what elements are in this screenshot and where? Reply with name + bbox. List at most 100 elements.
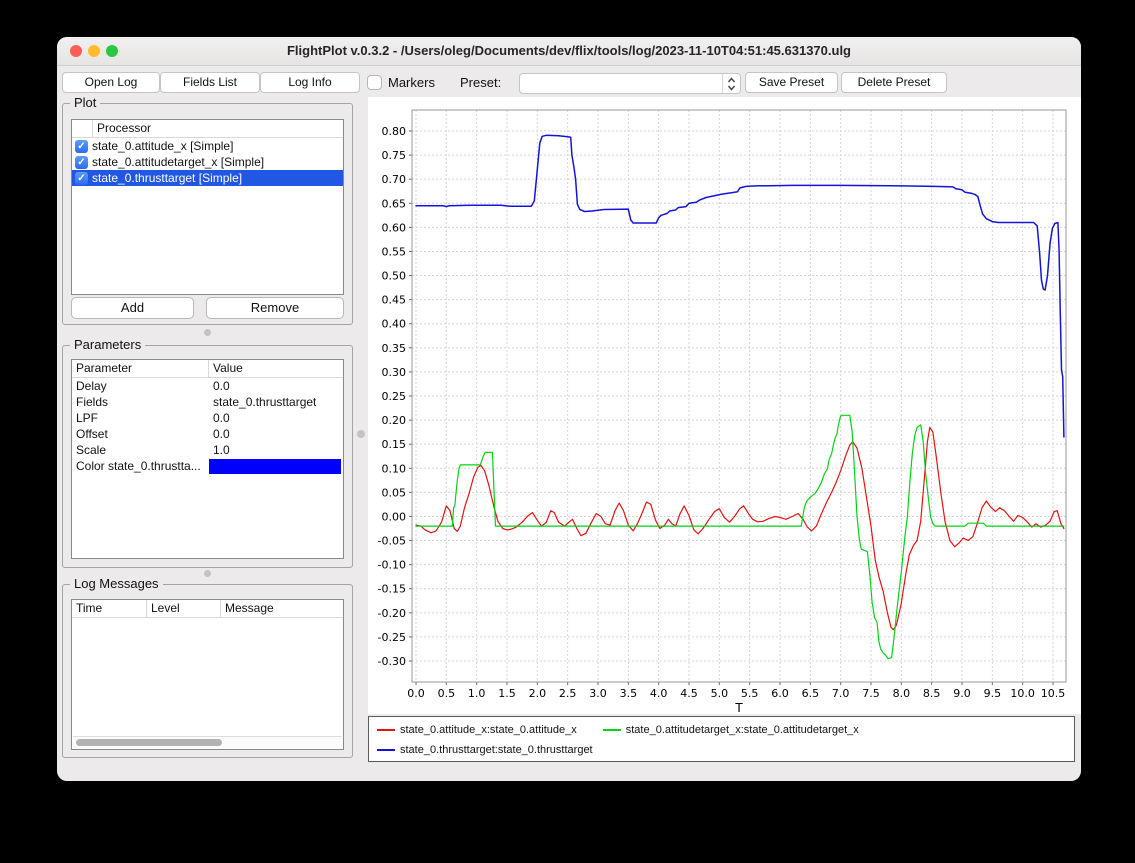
- parameters-group-title: Parameters: [70, 337, 145, 352]
- legend-item: state_0.attitudetarget_x:state_0.attitud…: [603, 724, 859, 736]
- window-title: FlightPlot v.0.3.2 - /Users/oleg/Documen…: [57, 37, 1081, 65]
- svg-text:8.5: 8.5: [923, 687, 941, 700]
- splitter-handle[interactable]: [204, 570, 211, 577]
- svg-text:-0.10: -0.10: [378, 559, 406, 572]
- horizontal-scrollbar[interactable]: [73, 736, 342, 748]
- processor-column-header: Processor: [93, 120, 343, 137]
- svg-text:7.5: 7.5: [862, 687, 880, 700]
- svg-text:0.05: 0.05: [382, 486, 407, 499]
- svg-text:-0.15: -0.15: [378, 583, 406, 596]
- row-checkbox-checked-icon[interactable]: [75, 156, 88, 169]
- parameter-row[interactable]: Delay 0.0: [72, 378, 343, 394]
- log-info-button[interactable]: Log Info: [260, 72, 360, 93]
- svg-text:0.65: 0.65: [382, 197, 407, 210]
- row-checkbox-checked-icon[interactable]: [75, 140, 88, 153]
- parameter-row[interactable]: Offset 0.0: [72, 426, 343, 442]
- fields-list-button[interactable]: Fields List: [160, 72, 260, 93]
- legend-item: state_0.attitude_x:state_0.attitude_x: [377, 724, 577, 736]
- legend-label: state_0.thrusttarget:state_0.thrusttarge…: [400, 744, 593, 756]
- svg-text:10.0: 10.0: [1010, 687, 1035, 700]
- parameter-name: Color state_0.thrustta...: [72, 459, 209, 473]
- processor-list[interactable]: Processor state_0.attitude_x [Simple] st…: [71, 119, 344, 295]
- svg-text:0.45: 0.45: [382, 294, 407, 307]
- preset-combobox[interactable]: [519, 73, 741, 94]
- svg-text:T: T: [734, 701, 743, 714]
- parameter-value[interactable]: state_0.thrusttarget: [209, 395, 343, 409]
- splitter-handle[interactable]: [204, 329, 211, 336]
- parameter-value[interactable]: 0.0: [209, 411, 343, 425]
- add-button[interactable]: Add: [71, 297, 194, 319]
- plot-group: Plot Processor state_0.attitude_x [Simpl…: [62, 103, 353, 325]
- svg-text:0.5: 0.5: [438, 687, 456, 700]
- green-line-swatch-icon: [603, 729, 621, 731]
- svg-text:5.5: 5.5: [741, 687, 759, 700]
- title-bar: FlightPlot v.0.3.2 - /Users/oleg/Documen…: [57, 37, 1081, 66]
- minimize-window-button[interactable]: [88, 45, 100, 57]
- scrollbar-thumb[interactable]: [76, 739, 222, 746]
- svg-text:0.15: 0.15: [382, 438, 407, 451]
- processor-row[interactable]: state_0.attitudetarget_x [Simple]: [72, 154, 343, 170]
- parameter-row[interactable]: Fields state_0.thrusttarget: [72, 394, 343, 410]
- message-column-header: Message: [221, 600, 343, 617]
- svg-text:9.0: 9.0: [953, 687, 971, 700]
- svg-text:8.0: 8.0: [893, 687, 911, 700]
- parameters-table[interactable]: Parameter Value Delay 0.0 Fields state_0…: [71, 359, 344, 559]
- svg-text:0.60: 0.60: [382, 221, 407, 234]
- parameter-name: LPF: [72, 411, 209, 425]
- flight-chart[interactable]: 0.00.51.01.52.02.53.03.54.04.55.05.56.06…: [368, 97, 1081, 714]
- close-window-button[interactable]: [70, 45, 82, 57]
- svg-text:0.00: 0.00: [382, 510, 407, 523]
- log-messages-group-title: Log Messages: [70, 576, 163, 591]
- vertical-splitter-handle[interactable]: [357, 430, 365, 438]
- processor-row-label: state_0.thrusttarget [Simple]: [92, 171, 242, 185]
- preset-label: Preset:: [460, 73, 501, 92]
- svg-text:-0.20: -0.20: [378, 607, 406, 620]
- parameter-column-header: Parameter: [72, 360, 209, 377]
- markers-label: Markers: [388, 73, 435, 92]
- remove-button[interactable]: Remove: [206, 297, 344, 319]
- parameter-value[interactable]: 0.0: [209, 427, 343, 441]
- svg-text:0.55: 0.55: [382, 245, 407, 258]
- checkbox-column-header: [72, 120, 93, 137]
- plot-group-title: Plot: [70, 95, 100, 110]
- svg-text:0.0: 0.0: [407, 687, 425, 700]
- svg-text:3.0: 3.0: [589, 687, 607, 700]
- row-checkbox-checked-icon[interactable]: [75, 172, 88, 185]
- processor-row-selected[interactable]: state_0.thrusttarget [Simple]: [72, 170, 343, 186]
- time-column-header: Time: [72, 600, 147, 617]
- legend-label: state_0.attitudetarget_x:state_0.attitud…: [626, 724, 859, 736]
- chart-panel: 0.00.51.01.52.02.53.03.54.04.55.05.56.06…: [368, 97, 1081, 714]
- svg-text:0.25: 0.25: [382, 390, 407, 403]
- parameter-name: Offset: [72, 427, 209, 441]
- parameter-row-color[interactable]: Color state_0.thrustta...: [72, 458, 343, 474]
- parameter-name: Fields: [72, 395, 209, 409]
- level-column-header: Level: [147, 600, 221, 617]
- svg-text:6.5: 6.5: [802, 687, 820, 700]
- zoom-window-button[interactable]: [106, 45, 118, 57]
- svg-text:-0.30: -0.30: [378, 655, 406, 668]
- parameter-row[interactable]: LPF 0.0: [72, 410, 343, 426]
- processor-row-label: state_0.attitudetarget_x [Simple]: [92, 155, 264, 169]
- svg-text:1.5: 1.5: [498, 687, 516, 700]
- svg-text:0.10: 0.10: [382, 462, 407, 475]
- blue-line-swatch-icon: [377, 749, 395, 751]
- delete-preset-button[interactable]: Delete Preset: [841, 72, 947, 93]
- parameter-name: Scale: [72, 443, 209, 457]
- parameter-row[interactable]: Scale 1.0: [72, 442, 343, 458]
- svg-text:5.0: 5.0: [711, 687, 729, 700]
- svg-text:0.80: 0.80: [382, 125, 407, 138]
- markers-checkbox[interactable]: [367, 75, 382, 90]
- open-log-button[interactable]: Open Log: [62, 72, 160, 93]
- legend-item: state_0.thrusttarget:state_0.thrusttarge…: [377, 744, 593, 756]
- svg-text:2.5: 2.5: [559, 687, 577, 700]
- red-line-swatch-icon: [377, 729, 395, 731]
- processor-row[interactable]: state_0.attitude_x [Simple]: [72, 138, 343, 154]
- svg-text:0.50: 0.50: [382, 270, 407, 283]
- color-swatch[interactable]: [209, 459, 341, 474]
- parameter-value[interactable]: 1.0: [209, 443, 343, 457]
- log-messages-table[interactable]: Time Level Message: [71, 599, 344, 750]
- parameter-value[interactable]: 0.0: [209, 379, 343, 393]
- combo-stepper-icon[interactable]: [722, 74, 740, 93]
- save-preset-button[interactable]: Save Preset: [745, 72, 838, 93]
- svg-text:3.5: 3.5: [620, 687, 638, 700]
